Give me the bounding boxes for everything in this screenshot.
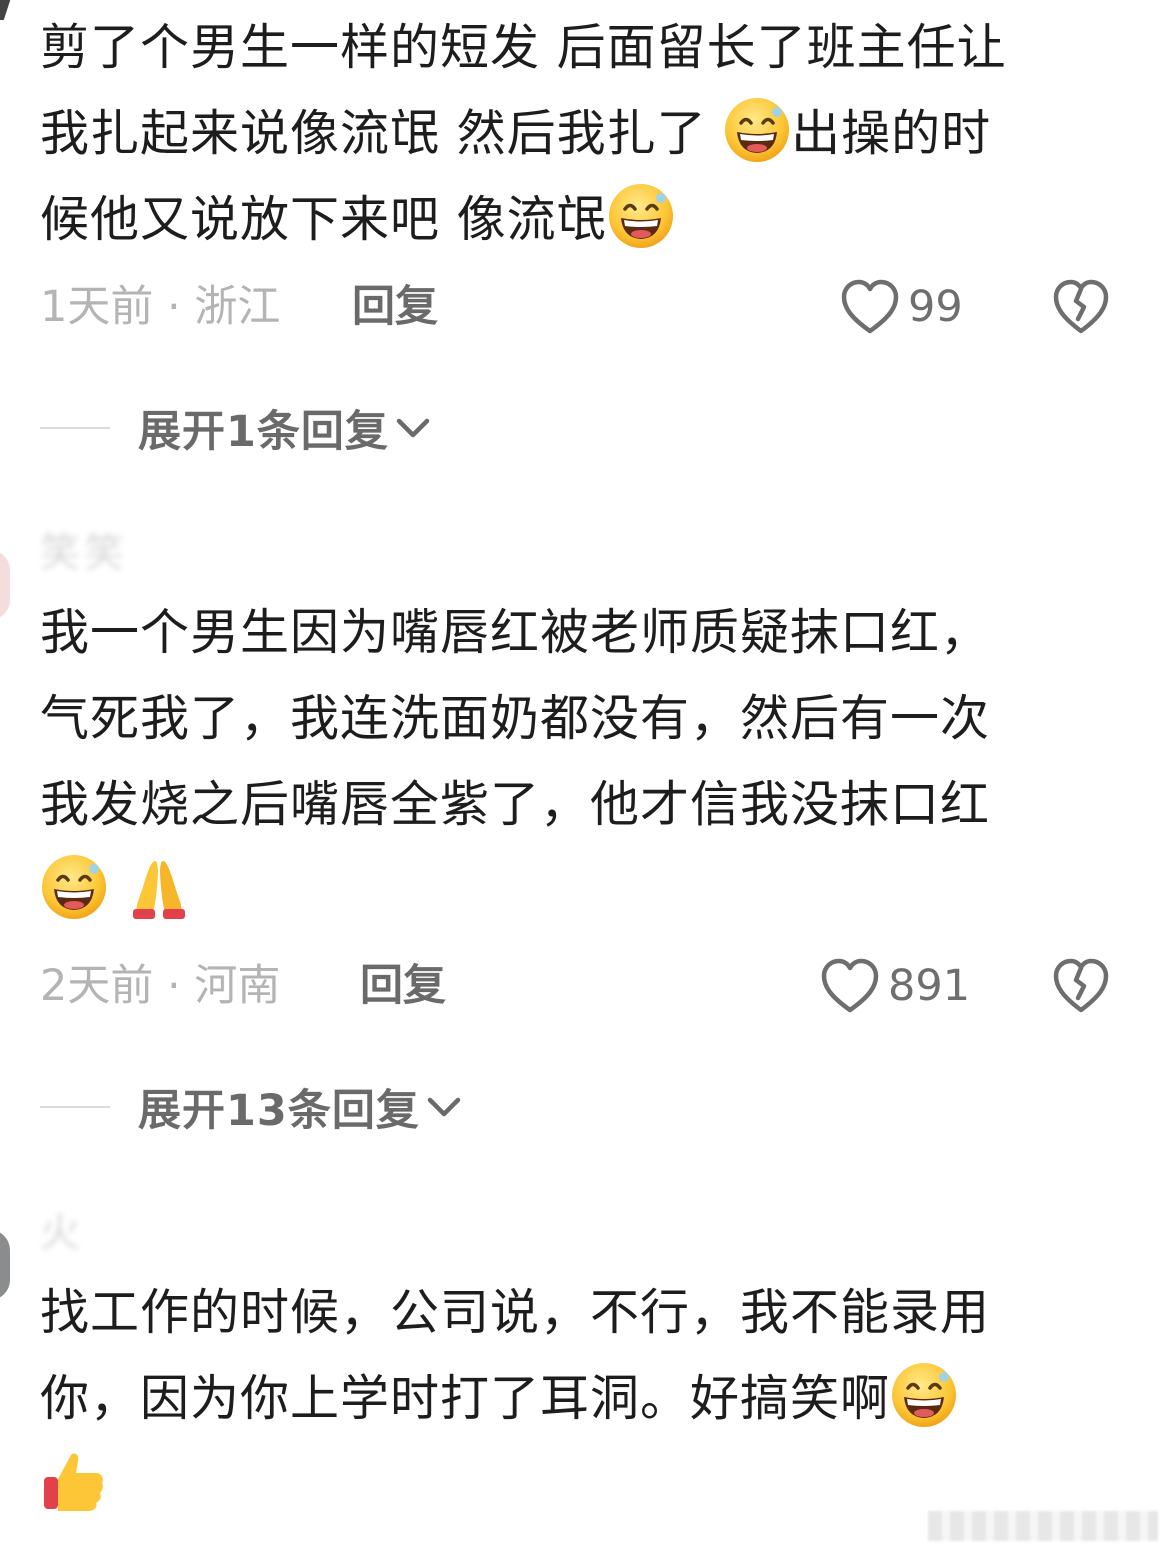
- grinning-face-emoji-icon: [890, 1361, 958, 1429]
- grinning-face-emoji-icon: [607, 182, 675, 250]
- chevron-down-icon: [427, 1097, 461, 1117]
- comment-line: 找工作的时候，公司说，不行，我不能录用: [40, 1284, 991, 1341]
- divider: [40, 1106, 110, 1108]
- comment-line: 气死我了，我连洗面奶都没有，然后有一次: [40, 690, 991, 747]
- expand-replies[interactable]: 展开13条回复: [40, 1077, 462, 1137]
- heart-outline-icon: [841, 279, 899, 334]
- comment-meta: 2天前 · 河南 回复 891: [40, 956, 1120, 1016]
- comment-text: 找工作的时候，公司说，不行，我不能录用 你，因为你上学时打了耳洞。好搞笑啊: [40, 1270, 1120, 1528]
- comment-line: 你，因为你上学时打了耳洞。好搞笑啊: [40, 1356, 1120, 1442]
- grinning-face-emoji-icon: [723, 96, 791, 164]
- comment-line: [40, 848, 1120, 934]
- comment-meta: 1天前 · 浙江 回复 99: [40, 277, 1120, 337]
- broken-heart-icon: [1053, 279, 1109, 334]
- expand-replies-label: 展开13条回复: [138, 1086, 420, 1136]
- grinning-face-emoji-icon: [40, 853, 108, 921]
- thumbs-up-emoji-icon: [44, 1453, 103, 1511]
- dislike-button[interactable]: [1052, 279, 1110, 335]
- comment-line: 我一个男生因为嘴唇红被老师质疑抹口红，: [40, 604, 991, 661]
- like-button[interactable]: 891: [820, 956, 970, 1016]
- reply-button[interactable]: 回复: [352, 277, 438, 337]
- time-location: 2天前 · 河南: [40, 961, 281, 1011]
- avatar[interactable]: [0, 1230, 10, 1300]
- expand-replies[interactable]: 展开1条回复: [40, 398, 431, 458]
- chevron-down-icon: [396, 418, 430, 438]
- comment-text: 剪了个男生一样的短发 后面留长了班主任让 我扎起来说像流氓 然后我扎了 出操的时…: [40, 5, 1120, 263]
- dislike-button[interactable]: [1052, 958, 1110, 1014]
- like-count: 891: [888, 961, 971, 1011]
- reply-button[interactable]: 回复: [360, 956, 446, 1016]
- divider: [40, 427, 110, 429]
- comment-line: 剪了个男生一样的短发 后面留长了班主任让: [40, 19, 1007, 76]
- expand-replies-label: 展开1条回复: [138, 407, 389, 457]
- time-location: 1天前 · 浙江: [40, 282, 281, 332]
- username[interactable]: 火: [40, 1200, 84, 1258]
- avatar-edge[interactable]: [0, 0, 13, 20]
- like-button[interactable]: 99: [840, 277, 963, 337]
- comment-line: 我发烧之后嘴唇全紫了，他才信我没抹口红: [40, 776, 991, 833]
- comment-text: 我一个男生因为嘴唇红被老师质疑抹口红， 气死我了，我连洗面奶都没有，然后有一次 …: [40, 590, 1120, 934]
- heart-outline-icon: [821, 958, 879, 1013]
- like-count: 99: [908, 282, 963, 332]
- broken-heart-icon: [1053, 958, 1109, 1013]
- comment-line: 候他又说放下来吧 像流氓: [40, 177, 1120, 263]
- watermark: [928, 1511, 1158, 1541]
- folded-hands-emoji-icon: [132, 861, 185, 919]
- avatar[interactable]: [0, 550, 10, 620]
- comment-line: 我扎起来说像流氓 然后我扎了 出操的时: [40, 91, 1120, 177]
- username[interactable]: 笑笑: [40, 520, 128, 578]
